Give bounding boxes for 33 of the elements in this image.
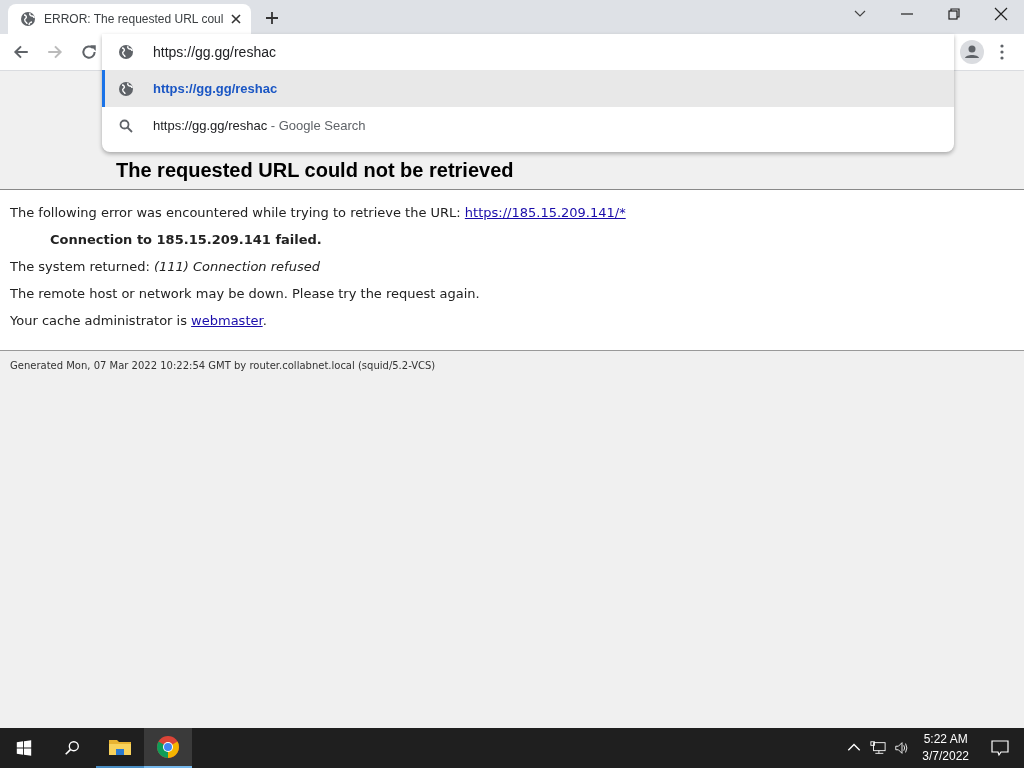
- globe-icon: [118, 80, 134, 97]
- remote-host-text: The remote host or network may be down. Please try the request again.: [10, 285, 481, 303]
- tab-title: ERROR: The requested URL coul: [44, 12, 224, 26]
- suggestion-item[interactable]: https://gg.gg/reshac - Google Search: [102, 107, 954, 144]
- page-heading: The requested URL could not be retrieved: [116, 159, 514, 182]
- browser-tab[interactable]: ERROR: The requested URL coul: [8, 4, 252, 34]
- error-message: The following error was encountered while trying to retrieve the URL: https://185.15.209.141/*: [10, 204, 627, 222]
- reload-icon[interactable]: [80, 43, 98, 61]
- restore-icon[interactable]: [947, 7, 961, 21]
- profile-icon[interactable]: [960, 40, 984, 64]
- start-icon[interactable]: [15, 739, 33, 757]
- admin-text: Your cache administrator is webmaster.: [10, 312, 268, 330]
- new-tab-icon[interactable]: [265, 11, 280, 25]
- search-icon[interactable]: [63, 739, 81, 757]
- clock[interactable]: 5:22 AM 3/7/2022: [922, 731, 969, 765]
- network-icon[interactable]: [870, 740, 887, 756]
- failure-message: Connection to 185.15.209.141 failed.: [49, 231, 323, 249]
- globe-icon: [118, 44, 134, 60]
- close-icon[interactable]: [231, 14, 242, 24]
- browser-logo-icon: [156, 735, 180, 759]
- suggestion-item[interactable]: https://gg.gg/reshac: [102, 70, 954, 107]
- url-link[interactable]: https://185.15.209.141/*: [464, 205, 626, 220]
- back-icon[interactable]: [12, 43, 30, 61]
- search-icon: [118, 117, 134, 134]
- menu-icon[interactable]: [1000, 44, 1004, 60]
- globe-icon: [20, 11, 36, 27]
- taskbar-app[interactable]: [144, 728, 192, 768]
- system-returned-text: The system returned: (111) Connection refused: [10, 258, 321, 276]
- notification-icon[interactable]: [991, 739, 1009, 757]
- webmaster-link[interactable]: webmaster: [191, 313, 263, 328]
- address-field[interactable]: https://gg.gg/reshac: [153, 44, 276, 60]
- close-icon[interactable]: [994, 7, 1008, 21]
- footer-text: Generated Mon, 07 Mar 2022 10:22:54 GMT by router.collabnet.local (squid/5.2-VCS): [9, 359, 437, 373]
